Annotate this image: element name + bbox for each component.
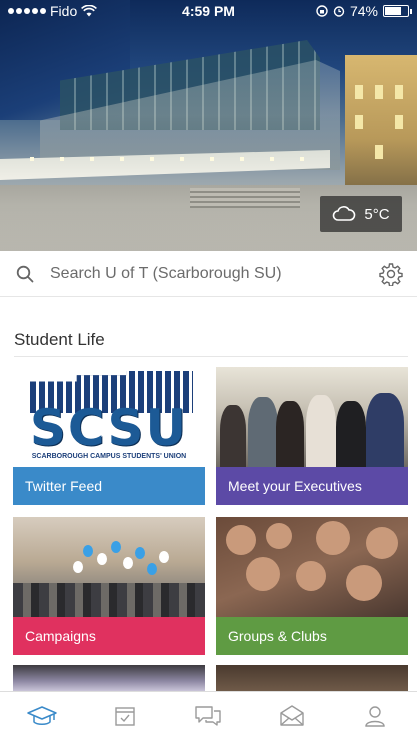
- temperature: 5°C: [364, 205, 390, 223]
- signal-dots-icon: [8, 8, 46, 14]
- tile-groups-clubs[interactable]: Groups & Clubs: [216, 517, 408, 655]
- weather-badge[interactable]: 5°C: [320, 196, 402, 232]
- tile-label: Campaigns: [13, 617, 205, 655]
- tile-label: Meet your Executives: [216, 467, 408, 505]
- tab-chat[interactable]: [178, 692, 238, 740]
- chat-bubbles-icon: [195, 706, 222, 726]
- graduation-cap-icon: [26, 706, 57, 725]
- battery-icon: [383, 5, 413, 17]
- tab-messages[interactable]: [262, 692, 322, 740]
- gear-icon[interactable]: [379, 262, 403, 286]
- tile-twitter-feed[interactable]: SCSU SCARBOROUGH CAMPUS STUDENTS' UNION …: [13, 367, 205, 505]
- envelope-icon: [280, 705, 304, 726]
- tab-student-life[interactable]: [12, 692, 72, 740]
- scsu-logo: SCSU SCARBOROUGH CAMPUS STUDENTS' UNION: [13, 367, 205, 467]
- rotation-lock-icon: [316, 5, 328, 17]
- status-time: 4:59 PM: [182, 3, 235, 19]
- search-icon: [16, 265, 34, 282]
- search-input[interactable]: [50, 264, 379, 283]
- search-bar: [0, 251, 417, 297]
- tile-campaigns[interactable]: Campaigns: [13, 517, 205, 655]
- wifi-icon: [81, 5, 98, 17]
- executives-photo: [216, 367, 408, 467]
- status-bar: Fido 4:59 PM 74%: [0, 0, 417, 22]
- section-divider: [14, 356, 408, 357]
- person-icon: [365, 706, 385, 727]
- cloud-icon: [333, 206, 356, 221]
- tile-partial-right[interactable]: [216, 665, 408, 691]
- tab-bar: [0, 691, 417, 740]
- tab-profile[interactable]: [345, 692, 405, 740]
- tile-label: Groups & Clubs: [216, 617, 408, 655]
- groups-photo: [216, 517, 408, 617]
- campaigns-photo: [13, 517, 205, 617]
- tile-label: Twitter Feed: [13, 467, 205, 505]
- section-title: Student Life: [14, 330, 105, 349]
- tile-partial-left[interactable]: [13, 665, 205, 691]
- tile-meet-executives[interactable]: Meet your Executives: [216, 367, 408, 505]
- calendar-check-icon: [115, 707, 135, 726]
- tab-calendar[interactable]: [95, 692, 155, 740]
- battery-percent: 74%: [349, 3, 379, 19]
- carrier-name: Fido: [50, 3, 78, 19]
- alarm-icon: [333, 6, 345, 17]
